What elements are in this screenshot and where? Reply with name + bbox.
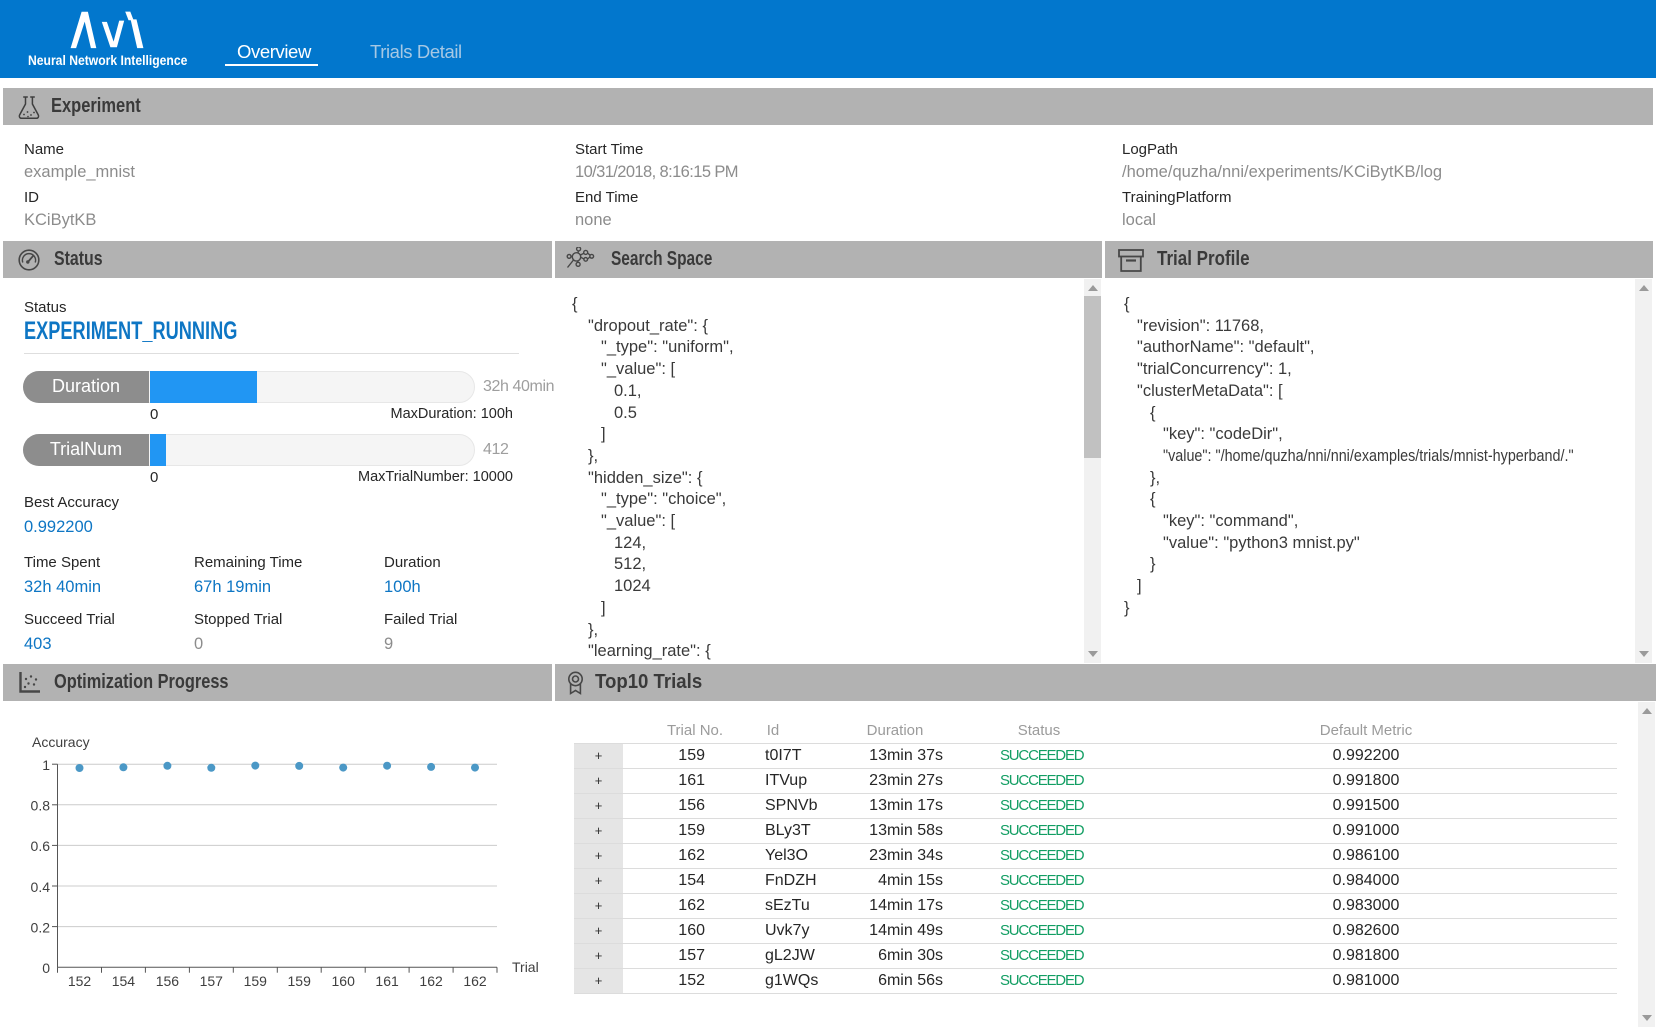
svg-text:Trial: Trial bbox=[512, 959, 539, 975]
svg-text:159: 159 bbox=[244, 973, 268, 989]
svg-text:157: 157 bbox=[200, 973, 224, 989]
svg-text:0.2: 0.2 bbox=[31, 919, 51, 935]
svg-text:159: 159 bbox=[288, 973, 312, 989]
svg-text:154: 154 bbox=[112, 973, 136, 989]
svg-text:161: 161 bbox=[375, 973, 399, 989]
svg-text:156: 156 bbox=[156, 973, 180, 989]
svg-text:0.4: 0.4 bbox=[31, 879, 51, 895]
svg-text:160: 160 bbox=[332, 973, 356, 989]
svg-text:0.8: 0.8 bbox=[31, 798, 51, 814]
svg-text:Accuracy: Accuracy bbox=[32, 734, 90, 750]
svg-text:152: 152 bbox=[68, 973, 92, 989]
svg-text:162: 162 bbox=[463, 973, 487, 989]
svg-text:1: 1 bbox=[42, 757, 50, 773]
svg-text:162: 162 bbox=[419, 973, 443, 989]
svg-text:0: 0 bbox=[42, 960, 50, 976]
svg-text:0.6: 0.6 bbox=[31, 838, 51, 854]
